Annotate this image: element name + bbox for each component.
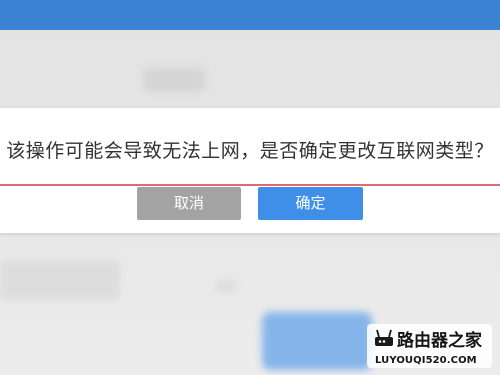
- blurred-heading: [143, 68, 205, 92]
- router-logo-icon: [375, 329, 393, 346]
- blurred-field: [215, 280, 237, 292]
- divider-line: [0, 184, 500, 186]
- confirm-button[interactable]: 确定: [258, 187, 363, 220]
- blurred-panel: [0, 260, 120, 300]
- confirm-dialog: 该操作可能会导致无法上网，是否确定更改互联网类型？ 取消 确定: [0, 108, 500, 233]
- site-watermark: 路由器之家 LUYOUQI520.COM: [367, 324, 492, 368]
- dialog-message: 该操作可能会导致无法上网，是否确定更改互联网类型？: [6, 140, 494, 162]
- top-bar: [0, 0, 500, 30]
- watermark-url: LUYOUQI520.COM: [375, 355, 477, 366]
- watermark-title: 路由器之家: [397, 331, 482, 351]
- cancel-button[interactable]: 取消: [137, 187, 241, 220]
- blurred-button: [262, 312, 372, 370]
